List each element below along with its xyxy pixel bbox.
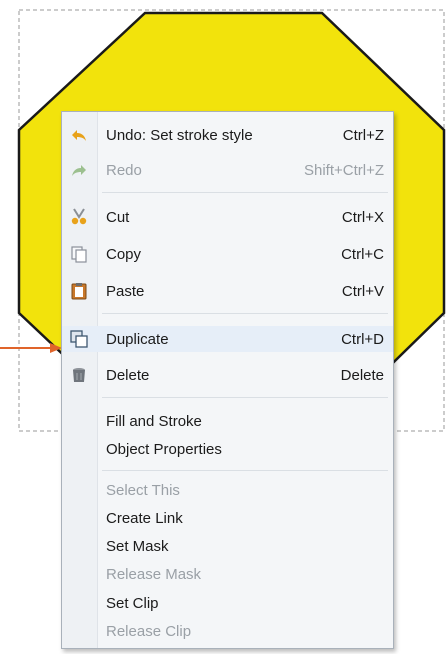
menu-item-object-properties-label: Object Properties (106, 441, 222, 458)
menu-item-create-link-label: Create Link (106, 510, 183, 527)
menu-item-redo-shortcut: Shift+Ctrl+Z (303, 162, 384, 179)
menu-separator (102, 192, 388, 193)
menu-item-undo-shortcut: Ctrl+Z (342, 127, 384, 144)
menu-item-release-clip-label: Release Clip (106, 623, 192, 640)
menu-item-object-properties[interactable]: Object Properties (62, 436, 393, 462)
pointer-arrow-annotation (0, 343, 62, 353)
undo-arrow-icon (72, 130, 86, 141)
menu-item-paste[interactable]: Paste Ctrl+V (62, 278, 393, 304)
menu-item-release-mask-label: Release Mask (106, 566, 202, 583)
menu-item-paste-shortcut: Ctrl+V (341, 283, 384, 300)
menu-separator (102, 397, 388, 398)
menu-item-release-clip[interactable]: Release Clip (62, 618, 393, 644)
menu-item-undo[interactable]: Undo: Set stroke style Ctrl+Z (62, 122, 393, 148)
menu-item-cut-shortcut: Ctrl+X (341, 209, 384, 226)
menu-separator (102, 313, 388, 314)
menu-item-cut-label: Cut (106, 209, 130, 226)
menu-item-delete[interactable]: Delete Delete (62, 362, 393, 388)
scissors-icon (71, 208, 87, 225)
menu-item-select-this-label: Select This (106, 482, 180, 499)
menu-item-release-mask[interactable]: Release Mask (62, 561, 393, 587)
trash-can-icon (73, 368, 85, 382)
copy-icon (71, 246, 87, 263)
menu-item-fill-and-stroke[interactable]: Fill and Stroke (62, 408, 393, 434)
menu-item-set-mask-label: Set Mask (106, 538, 169, 555)
menu-item-duplicate-shortcut: Ctrl+D (341, 331, 384, 348)
menu-item-cut[interactable]: Cut Ctrl+X (62, 204, 393, 230)
menu-item-copy-shortcut: Ctrl+C (341, 246, 384, 263)
menu-item-duplicate-label: Duplicate (106, 331, 169, 348)
menu-separator (102, 470, 388, 471)
redo-arrow-icon (72, 165, 86, 176)
menu-item-copy[interactable]: Copy Ctrl+C (62, 241, 393, 267)
duplicate-icon (70, 330, 88, 348)
menu-item-set-clip[interactable]: Set Clip (62, 590, 393, 616)
menu-item-fill-and-stroke-label: Fill and Stroke (106, 413, 202, 430)
context-menu: Undo: Set stroke style Ctrl+Z Redo Shift… (61, 111, 394, 649)
menu-item-redo-label: Redo (106, 162, 142, 179)
paste-clipboard-icon (71, 283, 87, 300)
menu-item-create-link[interactable]: Create Link (62, 505, 393, 531)
menu-item-duplicate[interactable]: Duplicate Ctrl+D (62, 326, 393, 352)
menu-item-delete-shortcut: Delete (340, 367, 384, 384)
menu-item-redo[interactable]: Redo Shift+Ctrl+Z (62, 157, 393, 183)
menu-item-undo-label: Undo: Set stroke style (106, 127, 253, 144)
menu-item-set-clip-label: Set Clip (106, 595, 159, 612)
menu-item-copy-label: Copy (106, 246, 142, 263)
menu-item-set-mask[interactable]: Set Mask (62, 533, 393, 559)
menu-item-paste-label: Paste (106, 283, 145, 300)
menu-item-delete-label: Delete (106, 367, 150, 384)
menu-item-select-this[interactable]: Select This (62, 477, 393, 503)
